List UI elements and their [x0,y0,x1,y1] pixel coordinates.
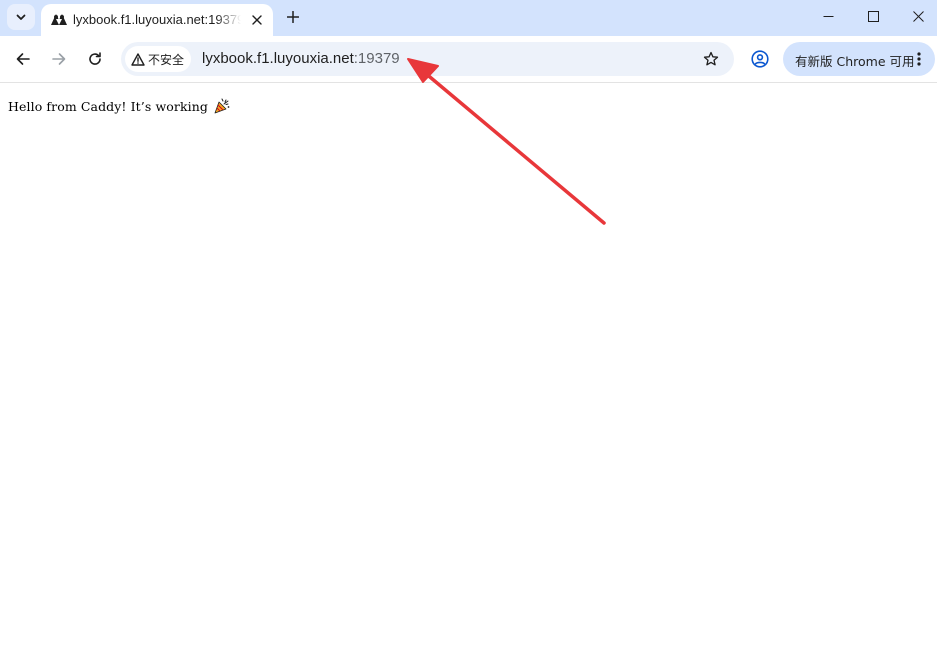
update-label: 有新版 Chrome 可用 [795,54,915,69]
profile-button[interactable] [747,46,773,72]
arrow-left-icon [16,53,30,65]
url-text[interactable]: lyxbook.f1.luyouxia.net:19379 [202,50,400,68]
more-vert-icon [917,52,921,66]
reload-button[interactable] [81,45,109,73]
star-icon [703,51,719,66]
tab-title: lyxbook.f1.luyouxia.net:19379 [73,12,241,27]
url-host: lyxbook.f1.luyouxia.net [202,50,354,67]
site-favicon [51,14,67,25]
security-label: 不安全 [148,52,185,67]
plus-icon [287,11,299,23]
bookmark-button[interactable] [699,47,723,71]
tab-search-button[interactable] [7,4,35,30]
chevron-down-icon [16,14,26,20]
caddy-message: Hello from Caddy! It’s working [8,99,208,114]
warning-icon [131,52,145,66]
maximize-icon [867,10,879,22]
menu-button[interactable] [913,50,925,68]
close-icon [252,15,262,25]
url-port: :19379 [353,50,400,67]
back-button[interactable] [9,45,37,73]
close-icon [912,10,924,22]
page-content: Hello from Caddy! It’s working [0,83,937,658]
security-indicator[interactable]: 不安全 [125,46,191,72]
forward-button[interactable] [45,45,73,73]
address-bar[interactable]: 不安全 lyxbook.f1.luyouxia.net:19379 [121,42,734,76]
party-popper-icon [214,98,230,117]
profile-icon [751,50,769,68]
browser-toolbar: 不安全 lyxbook.f1.luyouxia.net:19379 有新版 Ch… [0,36,937,83]
tab-close-button[interactable] [247,10,267,30]
window-close-button[interactable] [895,0,937,32]
reload-icon [89,52,101,65]
tab-strip: lyxbook.f1.luyouxia.net:19379 [0,0,937,36]
minimize-icon [823,15,833,17]
chrome-update-button[interactable]: 有新版 Chrome 可用 [783,42,935,76]
tab-active[interactable]: lyxbook.f1.luyouxia.net:19379 [41,4,273,36]
page-body-text: Hello from Caddy! It’s working [8,98,230,117]
arrow-right-icon [52,53,66,65]
maximize-button[interactable] [850,0,896,32]
minimize-button[interactable] [805,0,851,32]
new-tab-button[interactable] [281,5,305,29]
